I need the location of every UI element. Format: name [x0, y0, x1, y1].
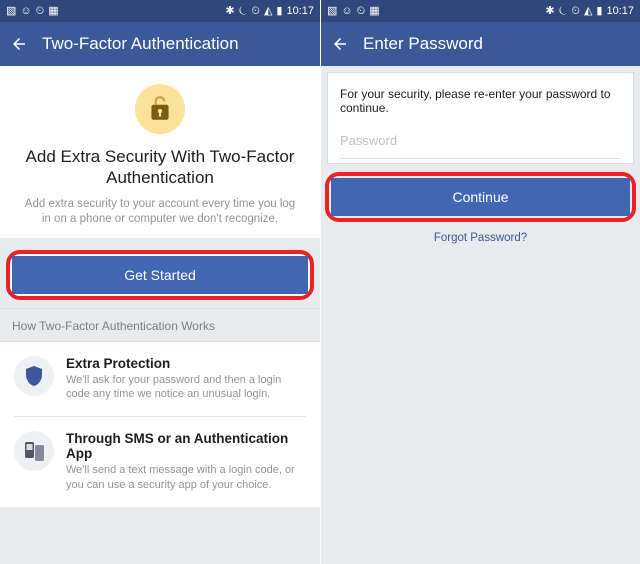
status-right: ✱ ⏾ ⏲ ◭ ▮ 10:17 — [545, 5, 634, 17]
battery-icon: ▮ — [276, 6, 282, 17]
back-arrow-icon — [331, 35, 349, 53]
bluetooth-icon: ✱ — [545, 6, 554, 17]
status-icon: ⏲ — [36, 6, 45, 17]
security-message: For your security, please re-enter your … — [340, 87, 621, 115]
intro-title: Add Extra Security With Two-Factor Authe… — [22, 146, 298, 189]
lock-icon — [147, 94, 173, 124]
highlight-get-started: Get Started — [6, 250, 314, 300]
app-header: Enter Password — [321, 22, 640, 66]
list-item: Through SMS or an Authentication App We'… — [14, 416, 306, 507]
empty-area — [321, 244, 640, 564]
info-title: Through SMS or an Authentication App — [66, 431, 306, 461]
lock-badge — [135, 84, 185, 134]
screen-enter-password: ▧ ☺ ⏲ ▦ ✱ ⏾ ⏲ ◭ ▮ 10:17 Enter Password F… — [320, 0, 640, 564]
info-list: Extra Protection We'll ask for your pass… — [0, 342, 320, 507]
phone-qr-icon — [14, 431, 54, 471]
status-icon: ⏲ — [357, 6, 366, 17]
intro-subtitle: Add extra security to your account every… — [14, 197, 306, 228]
bluetooth-icon: ✱ — [225, 6, 234, 17]
status-time: 10:17 — [606, 5, 634, 17]
continue-button[interactable]: Continue — [331, 178, 630, 216]
status-icon: ▧ — [6, 6, 16, 17]
status-bar: ▧ ☺ ⏲ ▦ ✱ ⏾ ⏲ ◭ ▮ 10:17 — [0, 0, 320, 22]
status-icon: ▦ — [369, 6, 379, 17]
status-bar: ▧ ☺ ⏲ ▦ ✱ ⏾ ⏲ ◭ ▮ 10:17 — [321, 0, 640, 22]
app-header: Two-Factor Authentication — [0, 22, 320, 66]
status-right: ✱ ⏾ ⏲ ◭ ▮ 10:17 — [225, 5, 314, 17]
section-label: How Two-Factor Authentication Works — [0, 308, 320, 342]
header-title: Enter Password — [363, 34, 483, 54]
dnd-icon: ⏾ — [239, 6, 248, 17]
info-title: Extra Protection — [66, 356, 306, 371]
info-desc: We'll send a text message with a login c… — [66, 463, 306, 493]
shield-icon — [14, 356, 54, 396]
status-left: ▧ ☺ ⏲ ▦ — [327, 6, 380, 17]
back-button[interactable] — [331, 35, 349, 53]
info-desc: We'll ask for your password and then a l… — [66, 373, 306, 403]
status-icon: ▧ — [327, 6, 337, 17]
status-time: 10:17 — [286, 5, 314, 17]
password-field[interactable] — [340, 129, 621, 159]
battery-icon: ▮ — [596, 6, 602, 17]
intro-card: Add Extra Security With Two-Factor Authe… — [0, 66, 320, 238]
alarm-icon: ⏲ — [251, 6, 260, 17]
status-icon: ▦ — [48, 6, 58, 17]
header-title: Two-Factor Authentication — [42, 34, 239, 54]
signal-icon: ◭ — [584, 6, 592, 17]
status-icon: ☺ — [341, 6, 352, 17]
alarm-icon: ⏲ — [571, 6, 580, 17]
highlight-continue: Continue — [325, 172, 636, 222]
dnd-icon: ⏾ — [559, 6, 568, 17]
signal-icon: ◭ — [264, 6, 272, 17]
screen-two-factor: ▧ ☺ ⏲ ▦ ✱ ⏾ ⏲ ◭ ▮ 10:17 Two-Factor Authe… — [0, 0, 320, 564]
forgot-password-link[interactable]: Forgot Password? — [321, 232, 640, 244]
back-button[interactable] — [10, 35, 28, 53]
password-card: For your security, please re-enter your … — [327, 72, 634, 164]
list-item: Extra Protection We'll ask for your pass… — [0, 342, 320, 417]
back-arrow-icon — [10, 35, 28, 53]
get-started-button[interactable]: Get Started — [12, 256, 308, 294]
status-left: ▧ ☺ ⏲ ▦ — [6, 6, 59, 17]
status-icon: ☺ — [20, 6, 31, 17]
